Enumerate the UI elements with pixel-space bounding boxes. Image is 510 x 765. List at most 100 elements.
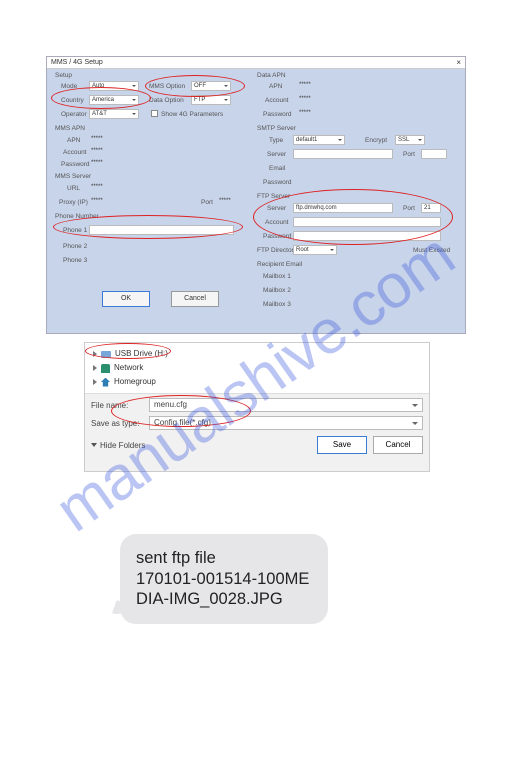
show-4g-checkbox[interactable]: [151, 110, 158, 117]
mailbox1-label: Mailbox 1: [263, 273, 291, 280]
group-ftp: FTP Server: [257, 193, 290, 200]
tree-label: USB Drive (H:): [115, 347, 168, 361]
data-account-label: Account: [265, 97, 289, 104]
close-icon[interactable]: ×: [456, 57, 461, 69]
sms-bubble: sent ftp file 170101-001514-100ME DIA-IM…: [120, 534, 328, 624]
smtp-type-label: Type: [269, 137, 283, 144]
tree-item-usb[interactable]: USB Drive (H:): [93, 347, 168, 361]
filename-label: File name:: [91, 401, 149, 410]
location-tree: USB Drive (H:) Network Homegroup: [93, 347, 168, 389]
ftp-dir-label: FTP Directory: [257, 247, 297, 254]
mms-password-label: Password: [61, 161, 90, 168]
data-apn-label: APN: [269, 83, 282, 90]
smtp-type-select[interactable]: default1: [293, 135, 345, 145]
mms-proxy-label: Proxy (IP): [59, 199, 88, 206]
data-password-field[interactable]: *****: [297, 109, 357, 119]
smtp-port-label: Port: [403, 151, 415, 158]
save-dialog: USB Drive (H:) Network Homegroup File na…: [84, 342, 430, 472]
tree-item-network[interactable]: Network: [93, 361, 168, 375]
mms-url-field[interactable]: *****: [89, 183, 149, 193]
phone1-field[interactable]: [89, 225, 234, 235]
cancel-save-button[interactable]: Cancel: [373, 436, 423, 454]
savetype-select[interactable]: Config file(*.cfg): [149, 416, 423, 430]
ok-button[interactable]: OK: [102, 291, 150, 307]
group-emails: Recipient Email: [257, 261, 302, 268]
network-icon: [101, 364, 110, 373]
group-setup: Setup: [55, 72, 72, 79]
mms-port-field[interactable]: *****: [217, 197, 239, 207]
mailbox3-label: Mailbox 3: [263, 301, 291, 308]
operator-select[interactable]: AT&T: [89, 109, 139, 119]
ftp-dir-select[interactable]: Root: [293, 245, 337, 255]
caret-icon: [93, 351, 97, 357]
savetype-label: Save as type:: [91, 419, 149, 428]
data-apn-field[interactable]: *****: [297, 81, 357, 91]
caret-icon: [93, 365, 97, 371]
phone1-label: Phone 1: [63, 227, 87, 234]
smtp-email-label: Email: [269, 165, 285, 172]
data-password-label: Password: [263, 111, 292, 118]
mms-apn-field[interactable]: *****: [89, 135, 149, 145]
data-option-select[interactable]: FTP: [191, 95, 231, 105]
tree-label: Homegroup: [114, 375, 156, 389]
smtp-port-field[interactable]: [421, 149, 447, 159]
country-select[interactable]: America: [89, 95, 139, 105]
show-4g-label: Show 4G Parameters: [161, 111, 223, 118]
mms-4g-setup-window: MMS / 4G Setup × Setup Mode Auto MMS Opt…: [46, 56, 466, 334]
smtp-encrypt-label: Encrypt: [365, 137, 387, 144]
mms-url-label: URL: [67, 185, 80, 192]
ftp-password-field[interactable]: [293, 231, 441, 241]
ftp-port-field[interactable]: 21: [421, 203, 441, 213]
cancel-button[interactable]: Cancel: [171, 291, 219, 307]
mms-option-label: MMS Option: [149, 83, 185, 90]
drive-icon: [101, 351, 111, 358]
caret-icon: [93, 379, 97, 385]
window-titlebar: MMS / 4G Setup ×: [47, 57, 465, 69]
data-option-label: Data Option: [149, 97, 184, 104]
window-title: MMS / 4G Setup: [51, 59, 103, 66]
chevron-down-icon: [91, 443, 97, 447]
homegroup-icon: [101, 378, 110, 387]
group-smtp: SMTP Server: [257, 125, 296, 132]
smtp-encrypt-select[interactable]: SSL: [395, 135, 425, 145]
mode-select[interactable]: Auto: [89, 81, 139, 91]
sms-line3: DIA-IMG_0028.JPG: [136, 589, 312, 610]
tree-item-homegroup[interactable]: Homegroup: [93, 375, 168, 389]
filename-field[interactable]: menu.cfg: [149, 398, 423, 412]
group-data-apn: Data APN: [257, 72, 286, 79]
mms-apn-label: APN: [67, 137, 80, 144]
ftp-server-field[interactable]: ftp.dmwhq.com: [293, 203, 393, 213]
mms-account-field[interactable]: *****: [89, 147, 149, 157]
group-mms-server: MMS Server: [55, 173, 91, 180]
smtp-server-label: Server: [267, 151, 286, 158]
mms-password-field[interactable]: *****: [89, 159, 149, 169]
save-button[interactable]: Save: [317, 436, 367, 454]
phone3-label: Phone 3: [63, 257, 87, 264]
group-mms-apn: MMS APN: [55, 125, 85, 132]
country-label: Country: [61, 97, 84, 104]
sms-line2: 170101-001514-100ME: [136, 569, 312, 590]
ftp-account-label: Account: [265, 219, 289, 226]
operator-label: Operator: [61, 111, 87, 118]
mms-proxy-field[interactable]: *****: [89, 197, 149, 207]
hide-folders-label: Hide Folders: [100, 441, 145, 450]
phone2-label: Phone 2: [63, 243, 87, 250]
ftp-server-label: Server: [267, 205, 286, 212]
mms-option-select[interactable]: OFF: [191, 81, 231, 91]
mms-account-label: Account: [63, 149, 87, 156]
smtp-password-label: Password: [263, 179, 292, 186]
ftp-port-label: Port: [403, 205, 415, 212]
mailbox2-label: Mailbox 2: [263, 287, 291, 294]
mms-port-label: Port: [201, 199, 213, 206]
ftp-must-label: Must Existed: [413, 247, 450, 254]
save-panel: File name: menu.cfg Save as type: Config…: [85, 393, 429, 471]
sms-line1: sent ftp file: [136, 548, 312, 569]
hide-folders-toggle[interactable]: Hide Folders: [91, 441, 145, 450]
tree-label: Network: [114, 361, 143, 375]
data-account-field[interactable]: *****: [297, 95, 357, 105]
group-phone: Phone Number: [55, 213, 99, 220]
smtp-server-field[interactable]: [293, 149, 393, 159]
ftp-password-label: Password: [263, 233, 292, 240]
mode-label: Mode: [61, 83, 77, 90]
ftp-account-field[interactable]: [293, 217, 441, 227]
